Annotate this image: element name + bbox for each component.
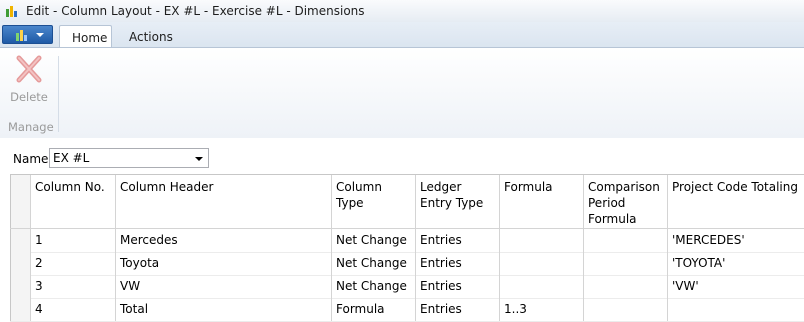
cell-column-no[interactable]: 4 (31, 298, 116, 321)
tab-home[interactable]: Home (59, 25, 112, 47)
header-column-header[interactable]: Column Header (116, 175, 332, 228)
cell-column-header[interactable]: Toyota (116, 252, 332, 275)
tab-home-label: Home (72, 31, 108, 45)
delete-icon (16, 55, 42, 83)
application-menu-button[interactable] (2, 25, 53, 44)
cell-comparison-period-formula[interactable] (584, 275, 668, 298)
cell-project-code-totaling[interactable] (668, 298, 804, 321)
header-ledger-entry-type[interactable]: Ledger Entry Type (416, 175, 500, 228)
row-selector[interactable] (10, 229, 31, 252)
name-label: Name: (13, 152, 53, 166)
content-area: Name: EX #L Column No. Column Header Col… (0, 138, 804, 322)
cell-column-no[interactable]: 2 (31, 252, 116, 275)
cell-column-header[interactable]: Total (116, 298, 332, 321)
cell-column-type[interactable]: Net Change (332, 252, 416, 275)
app-menu-icon (16, 30, 27, 41)
cell-project-code-totaling[interactable]: 'VW' (668, 275, 804, 298)
column-layout-grid: Column No. Column Header Column Type Led… (10, 174, 804, 322)
table-row[interactable]: 3 VW Net Change Entries 'VW' (10, 275, 804, 299)
chevron-down-icon (36, 33, 44, 37)
table-row[interactable]: 1 Mercedes Net Change Entries 'MERCEDES' (10, 229, 804, 253)
cell-project-code-totaling[interactable]: 'MERCEDES' (668, 229, 804, 252)
cell-ledger-entry-type[interactable]: Entries (416, 275, 500, 298)
row-selector[interactable] (10, 275, 31, 298)
title-bar: Edit - Column Layout - EX #L - Exercise … (0, 0, 804, 23)
cell-column-type[interactable]: Formula (332, 298, 416, 321)
tab-actions-label: Actions (129, 30, 173, 44)
delete-button[interactable]: Delete (6, 54, 52, 110)
name-dropdown-value: EX #L (53, 151, 90, 165)
ribbon-group-divider (58, 56, 59, 132)
cell-ledger-entry-type[interactable]: Entries (416, 229, 500, 252)
cell-column-type[interactable]: Net Change (332, 229, 416, 252)
cell-column-header[interactable]: VW (116, 275, 332, 298)
grid-header-row: Column No. Column Header Column Type Led… (10, 175, 804, 229)
cell-formula[interactable] (500, 229, 584, 252)
header-column-type[interactable]: Column Type (332, 175, 416, 228)
chevron-down-icon (195, 157, 203, 161)
header-project-code-totaling[interactable]: Project Code Totaling (668, 175, 804, 228)
cell-comparison-period-formula[interactable] (584, 229, 668, 252)
cell-comparison-period-formula[interactable] (584, 298, 668, 321)
name-dropdown[interactable]: EX #L (49, 148, 209, 168)
cell-comparison-period-formula[interactable] (584, 252, 668, 275)
ribbon-tab-bar: Home Actions (0, 22, 804, 47)
cell-formula[interactable]: 1..3 (500, 298, 584, 321)
cell-project-code-totaling[interactable]: 'TOYOTA' (668, 252, 804, 275)
cell-column-no[interactable]: 1 (31, 229, 116, 252)
cell-formula[interactable] (500, 275, 584, 298)
header-column-no[interactable]: Column No. (31, 175, 116, 228)
tab-actions[interactable]: Actions (117, 25, 179, 47)
ribbon-panel: Delete Manage (0, 47, 804, 139)
header-formula[interactable]: Formula (500, 175, 584, 228)
cell-ledger-entry-type[interactable]: Entries (416, 298, 500, 321)
table-row[interactable]: 4 Total Formula Entries 1..3 (10, 298, 804, 322)
delete-button-label: Delete (10, 90, 48, 104)
table-row[interactable]: 2 Toyota Net Change Entries 'TOYOTA' (10, 252, 804, 276)
cell-ledger-entry-type[interactable]: Entries (416, 252, 500, 275)
ribbon-group-label: Manage (8, 120, 54, 134)
row-selector[interactable] (10, 298, 31, 321)
cell-column-no[interactable]: 3 (31, 275, 116, 298)
app-logo-icon (6, 6, 17, 17)
window-title: Edit - Column Layout - EX #L - Exercise … (26, 4, 365, 18)
cell-column-type[interactable]: Net Change (332, 275, 416, 298)
row-selector[interactable] (10, 252, 31, 275)
cell-formula[interactable] (500, 252, 584, 275)
cell-column-header[interactable]: Mercedes (116, 229, 332, 252)
row-selector-header (10, 175, 31, 228)
header-comparison-period-formula[interactable]: Comparison Period Formula (584, 175, 668, 228)
